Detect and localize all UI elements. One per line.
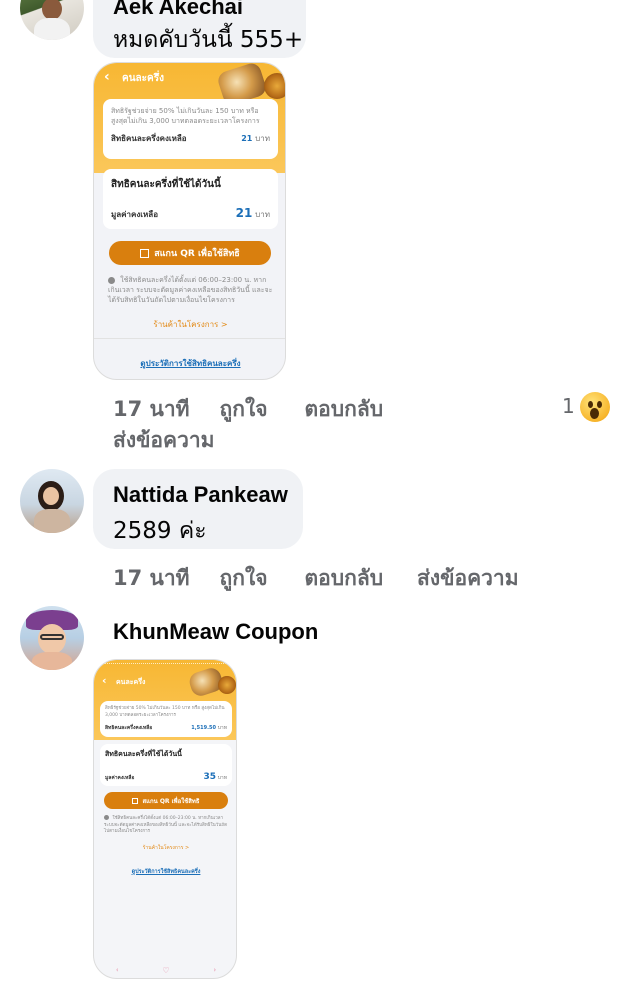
scan-qr-label: สแกน QR เพื่อใช้สิทธิ: [154, 249, 240, 259]
qr-icon: [140, 248, 150, 258]
like-button[interactable]: ถูกใจ: [220, 562, 268, 595]
remaining-card: สิทธิรัฐช่วยจ่าย 50% ไม่เกินวันละ 150 บา…: [100, 701, 232, 737]
back-icon[interactable]: ‹: [104, 69, 110, 85]
comment-text: หมดคับวันนี้ 555+: [113, 27, 304, 53]
today-label: มูลค่าคงเหลือ: [111, 210, 158, 219]
scan-qr-label: สแกน QR เพื่อใช้สิทธิ: [142, 797, 200, 805]
surprised-emoji-icon: [580, 392, 610, 422]
comment-author[interactable]: Aek Akechai: [113, 0, 243, 20]
app-title: คนละครึ่ง: [116, 678, 146, 686]
time-info: ใช้สิทธิคนละครึ่งได้ตั้งแต่ 06:00–23:00 …: [108, 275, 274, 305]
today-label: มูลค่าคงเหลือ: [105, 775, 135, 781]
info-text: ใช้สิทธิคนละครึ่งได้ตั้งแต่ 06:00–23:00 …: [108, 276, 273, 305]
policy-note: สิทธิรัฐช่วยจ่าย 50% ไม่เกินวันละ 150 บา…: [105, 706, 225, 718]
comment-author[interactable]: Nattida Pankeaw: [113, 482, 288, 508]
remaining-label: สิทธิคนละครึ่งคงเหลือ: [105, 725, 153, 732]
remaining-card: สิทธิรัฐช่วยจ่าย 50% ไม่เกินวันละ 150 บา…: [103, 99, 278, 159]
history-link[interactable]: ดูประวัติการใช้สิทธิคนละครึ่ง: [94, 357, 285, 370]
comment-actions: 17 นาที ถูกใจ ตอบกลับ: [113, 393, 383, 426]
comment-actions: 17 นาที ถูกใจ ตอบกลับ ส่งข้อความ: [113, 562, 519, 595]
remaining-value: 21: [241, 134, 253, 144]
today-value: 35: [203, 772, 216, 782]
today-card: สิทธิคนละครึ่งที่ใช้ได้วันนี้ มูลค่าคงเห…: [100, 744, 232, 786]
avatar[interactable]: [20, 469, 84, 533]
reply-button[interactable]: ตอบกลับ: [305, 562, 384, 595]
policy-note: สิทธิรัฐช่วยจ่าย 50% ไม่เกินวันละ 150 บา…: [111, 107, 260, 126]
nav-home-icon[interactable]: ♡: [162, 966, 169, 975]
unit-label: บาท: [217, 775, 227, 781]
comment-bubble: Aek Akechai หมดคับวันนี้ 555+: [93, 0, 306, 58]
scan-qr-button[interactable]: สแกน QR เพื่อใช้สิทธิ: [104, 792, 228, 809]
today-title: สิทธิคนละครึ่งที่ใช้ได้วันนี้: [105, 750, 182, 758]
comment-actions-wrap: ส่งข้อความ: [113, 424, 215, 457]
unit-label: บาท: [255, 210, 270, 219]
attached-screenshot[interactable]: ‹ คนละครึ่ง สิทธิรัฐช่วยจ่าย 50% ไม่เกิน…: [93, 62, 286, 380]
unit-label: บาท: [255, 134, 270, 144]
comment-author[interactable]: KhunMeaw Coupon: [113, 619, 318, 645]
comment-text: 2589 ค่ะ: [113, 518, 207, 544]
timestamp[interactable]: 17 นาที: [113, 393, 190, 426]
info-text: ใช้สิทธิคนละครึ่งได้ตั้งแต่ 06:00–23:00 …: [104, 816, 227, 835]
message-button[interactable]: ส่งข้อความ: [113, 424, 215, 457]
reply-button[interactable]: ตอบกลับ: [305, 393, 384, 426]
comment-bubble: Nattida Pankeaw 2589 ค่ะ: [93, 469, 303, 549]
info-icon: [108, 276, 115, 284]
bottom-nav: ‹ ♡ ›: [94, 962, 236, 978]
app-title: คนละครึ่ง: [122, 73, 164, 84]
today-card: สิทธิคนละครึ่งที่ใช้ได้วันนี้ มูลค่าคงเห…: [103, 169, 278, 229]
avatar[interactable]: [20, 606, 84, 670]
remaining-value: 1,519.50: [191, 725, 216, 732]
attached-screenshot[interactable]: ‹ คนละครึ่ง สิทธิรัฐช่วยจ่าย 50% ไม่เกิน…: [93, 659, 237, 979]
status-bar: [104, 663, 228, 667]
reaction-count: 1: [562, 394, 575, 418]
timestamp[interactable]: 17 นาที: [113, 562, 190, 595]
history-link[interactable]: ดูประวัติการใช้สิทธิคนละครึ่ง: [94, 868, 236, 876]
food-image: [218, 676, 236, 694]
nav-recent-icon[interactable]: ›: [213, 966, 216, 974]
remaining-label: สิทธิคนละครึ่งคงเหลือ: [111, 134, 187, 144]
back-icon[interactable]: ‹: [102, 674, 107, 687]
nav-back-icon[interactable]: ‹: [116, 966, 119, 974]
food-image: [264, 73, 285, 99]
shops-link[interactable]: ร้านค้าในโครงการ >: [94, 844, 236, 852]
unit-label: บาท: [217, 725, 227, 732]
like-button[interactable]: ถูกใจ: [220, 393, 268, 426]
message-button[interactable]: ส่งข้อความ: [417, 562, 519, 595]
info-icon: [104, 815, 109, 820]
divider: [94, 338, 285, 339]
reaction-summary[interactable]: 1: [562, 392, 612, 422]
shops-link[interactable]: ร้านค้าในโครงการ >: [94, 318, 285, 331]
today-value: 21: [235, 206, 253, 220]
time-info: ใช้สิทธิคนละครึ่งได้ตั้งแต่ 06:00–23:00 …: [104, 815, 230, 836]
avatar[interactable]: [20, 0, 84, 40]
today-title: สิทธิคนละครึ่งที่ใช้ได้วันนี้: [111, 179, 221, 190]
qr-icon: [132, 797, 139, 804]
scan-qr-button[interactable]: สแกน QR เพื่อใช้สิทธิ: [109, 241, 271, 265]
